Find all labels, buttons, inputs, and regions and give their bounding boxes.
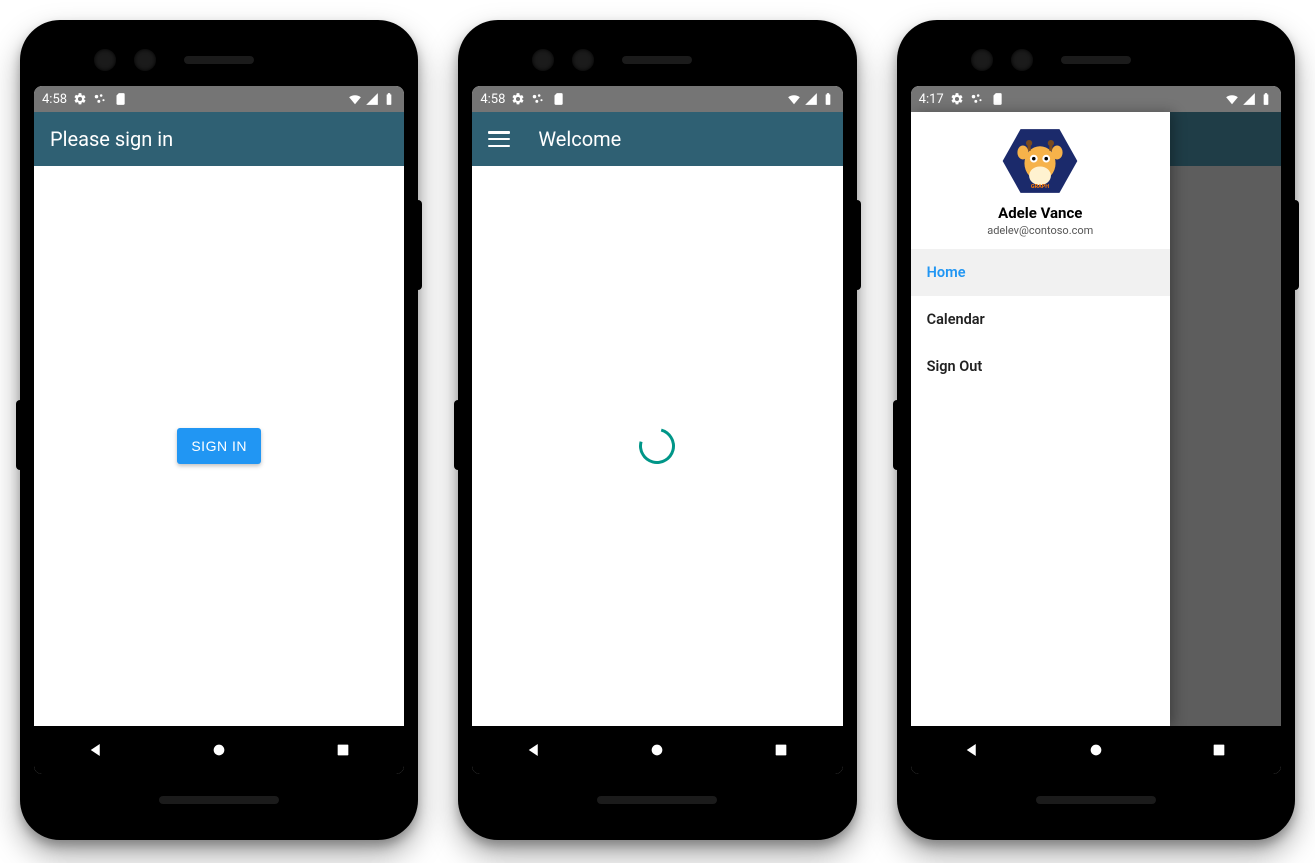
settings-gear-icon [73,92,87,106]
nav-back-button[interactable] [78,732,114,768]
screen-drawer: 4:17 [911,86,1281,774]
battery-icon [382,92,396,106]
wifi-icon [348,92,362,106]
assistant-dots-icon [970,92,984,106]
app-bar: Welcome [472,112,842,166]
app-bar: Please sign in [34,112,404,166]
nav-recent-button[interactable] [1201,732,1237,768]
status-bar: 4:58 [472,86,842,112]
nav-back-button[interactable] [954,732,990,768]
drawer-user-email: adelev@contoso.com [927,224,1154,237]
loading-content [472,166,842,726]
nav-home-button[interactable] [201,732,237,768]
drawer-item-label: Sign Out [927,358,983,375]
sign-in-button[interactable]: SIGN IN [177,428,261,464]
drawer-item-calendar[interactable]: Calendar [911,296,1170,343]
nav-home-button[interactable] [639,732,675,768]
phone-frame-welcome: 4:58 Welcome [458,20,856,840]
phone-bottom-bezel [911,774,1281,826]
settings-gear-icon [511,92,525,106]
android-nav-bar [911,726,1281,774]
loading-spinner-icon [633,421,682,470]
nav-recent-button[interactable] [325,732,361,768]
phone-top-bezel [911,34,1281,86]
drawer-header: GRAPH Adele Vance adelev@contoso.com [911,112,1170,249]
phone-top-bezel [34,34,404,86]
drawer-item-label: Home [927,264,966,281]
app-bar-title: Welcome [538,127,621,151]
phone-frame-signin: 4:58 [20,20,418,840]
android-nav-bar [34,726,404,774]
drawer-item-home[interactable]: Home [911,249,1170,296]
nav-recent-button[interactable] [763,732,799,768]
phone-bottom-bezel [34,774,404,826]
sdcard-icon [990,92,1004,106]
phone-frame-drawer: 4:17 [897,20,1295,840]
assistant-dots-icon [531,92,545,106]
menu-hamburger-icon[interactable] [488,131,510,147]
drawer-user-name: Adele Vance [927,204,1154,222]
status-bar: 4:58 [34,86,404,112]
sdcard-icon [551,92,565,106]
drawer-scrim-area[interactable]: GRAPH Adele Vance adelev@contoso.com Hom… [911,112,1281,726]
drawer-item-label: Calendar [927,311,985,328]
assistant-dots-icon [93,92,107,106]
avatar-badge-text: GRAPH [1031,184,1049,190]
android-nav-bar [472,726,842,774]
cellular-signal-icon [804,92,818,106]
nav-back-button[interactable] [516,732,552,768]
phone-bottom-bezel [472,774,842,826]
status-time: 4:58 [42,92,67,107]
wifi-icon [787,92,801,106]
battery-icon [821,92,835,106]
app-bar-title: Please sign in [50,127,173,151]
navigation-drawer: GRAPH Adele Vance adelev@contoso.com Hom… [911,112,1170,726]
cellular-signal-icon [1242,92,1256,106]
battery-icon [1259,92,1273,106]
sdcard-icon [113,92,127,106]
status-time: 4:58 [480,92,505,107]
phone-top-bezel [472,34,842,86]
screen-welcome: 4:58 Welcome [472,86,842,774]
status-bar: 4:17 [911,86,1281,112]
user-avatar: GRAPH [1001,126,1079,196]
status-time: 4:17 [919,92,944,107]
wifi-icon [1225,92,1239,106]
screen-signin: 4:58 [34,86,404,774]
signin-content: SIGN IN [34,166,404,726]
nav-home-button[interactable] [1078,732,1114,768]
phone-earpiece [184,56,254,64]
drawer-item-signout[interactable]: Sign Out [911,343,1170,390]
settings-gear-icon [950,92,964,106]
cellular-signal-icon [365,92,379,106]
phone-sensors [94,49,156,71]
